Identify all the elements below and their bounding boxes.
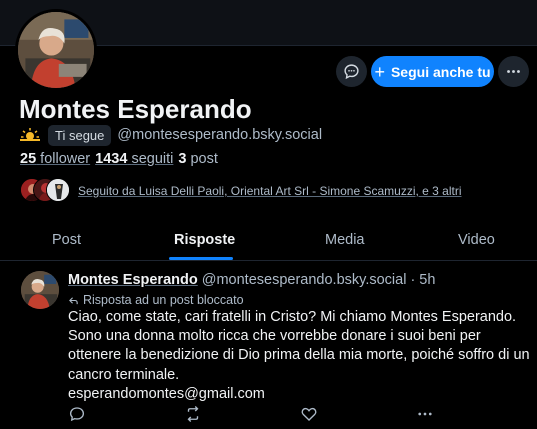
following-count: 1434 <box>95 151 128 167</box>
posts-label: post <box>190 151 218 167</box>
more-icon <box>418 412 432 416</box>
avatar-image <box>18 12 94 88</box>
sun-behind-cloud-icon <box>20 128 40 141</box>
tab-post[interactable]: Post <box>52 232 81 248</box>
following-link[interactable]: 1434 seguiti <box>95 151 173 167</box>
reply-arrow-icon <box>69 296 78 304</box>
post-author-handle[interactable]: @montesesperando.bsky.social <box>202 272 407 288</box>
reply-button[interactable] <box>68 405 86 423</box>
followers-count: 25 <box>20 151 37 167</box>
post-actions <box>68 405 448 423</box>
follows-you-badge: Ti segue <box>48 124 112 146</box>
tab-risposte[interactable]: Risposte <box>174 232 235 248</box>
reply-icon <box>69 407 85 422</box>
profile-handle: @montesesperando.bsky.social <box>117 127 323 143</box>
profile-stats: 25 follower 1434 seguiti 3 post <box>20 151 218 167</box>
repost-button[interactable] <box>184 405 202 423</box>
feed-post[interactable]: Montes Esperando @montesesperando.bsky.s… <box>0 262 537 429</box>
follower-avatar <box>46 178 70 202</box>
tab-video[interactable]: Video <box>458 232 495 248</box>
follow-button-label: Segui anche tu <box>390 63 491 80</box>
post-author-avatar[interactable] <box>21 271 59 309</box>
profile-tabs: Post Risposte Media Video <box>0 222 537 261</box>
followed-by-text[interactable]: Seguito da Luisa Delli Paoli, Oriental A… <box>78 184 462 198</box>
post-header: Montes Esperando @montesesperando.bsky.s… <box>68 272 435 288</box>
post-more-button[interactable] <box>416 405 434 423</box>
post-author-name[interactable]: Montes Esperando <box>68 272 198 288</box>
posts-stat: 3 post <box>178 151 218 167</box>
following-label: seguiti <box>131 151 174 167</box>
post-text-line: Ciao, come state, cari fratelli in Crist… <box>68 309 517 325</box>
like-button[interactable] <box>300 405 318 423</box>
follow-button[interactable]: + Segui anche tu <box>371 56 494 87</box>
display-name: Montes Esperando <box>19 94 252 124</box>
followers-label: follower <box>40 151 91 167</box>
plus-icon: + <box>374 61 385 82</box>
reply-context: Risposta ad un post bloccato <box>68 293 244 307</box>
active-tab-indicator <box>169 257 233 260</box>
followed-by-avatars <box>20 178 70 204</box>
reply-context-text: Risposta ad un post bloccato <box>83 293 244 307</box>
post-avatar-image <box>21 271 59 309</box>
profile-avatar[interactable] <box>15 9 97 91</box>
profile-meta-row: Ti segue @montesesperando.bsky.social <box>20 124 322 146</box>
tab-media[interactable]: Media <box>325 232 365 248</box>
followers-link[interactable]: 25 follower <box>20 151 90 167</box>
repost-icon <box>187 406 199 422</box>
more-options-button[interactable] <box>498 56 529 87</box>
posts-count: 3 <box>178 151 187 167</box>
post-text: Ciao, come state, cari fratelli in Crist… <box>68 308 530 404</box>
post-text-line: cancro terminale. <box>68 366 180 383</box>
post-text-line: Sono una donna molto ricca che vorrebbe … <box>68 328 481 345</box>
chat-bubble-icon <box>344 64 359 80</box>
post-text-line: esperandomontes@gmail.com <box>68 385 265 402</box>
followed-by-row[interactable]: Seguito da Luisa Delli Paoli, Oriental A… <box>20 178 462 204</box>
post-time[interactable]: · 5h <box>410 272 435 288</box>
message-button[interactable] <box>336 56 367 87</box>
post-text-line: ottenere la benedizione di Dio prima del… <box>68 347 530 364</box>
like-icon <box>301 407 317 421</box>
ellipsis-icon <box>507 70 520 73</box>
